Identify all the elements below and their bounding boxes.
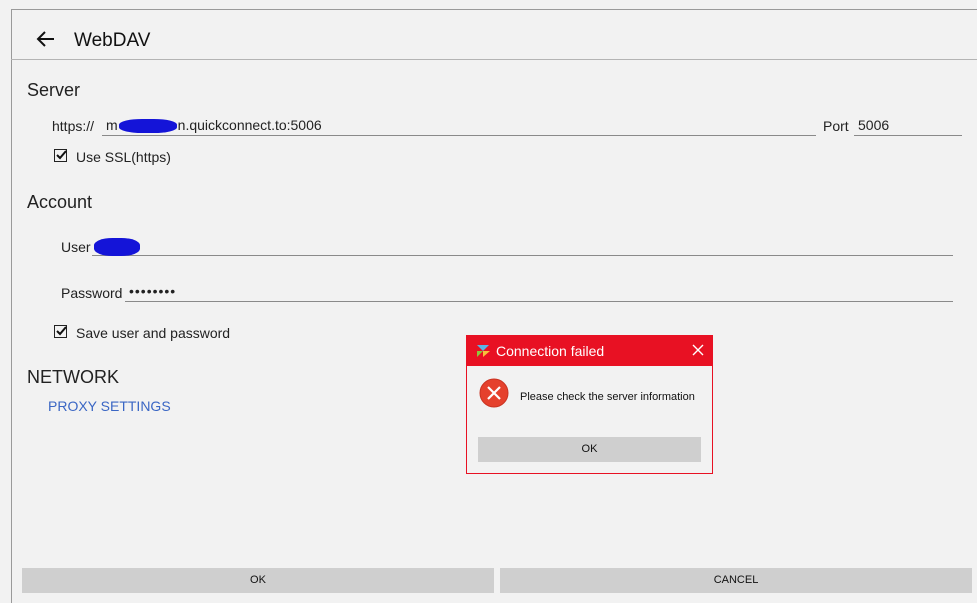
account-heading: Account (27, 192, 93, 212)
user-label: User (61, 239, 91, 255)
user-input[interactable] (92, 236, 953, 256)
port-label: Port (823, 118, 849, 134)
ssl-checkbox[interactable] (54, 149, 67, 162)
app-logo-icon (477, 345, 490, 357)
close-icon[interactable] (691, 343, 705, 357)
save-credentials-label: Save user and password (76, 325, 231, 341)
cancel-button[interactable]: CANCEL (500, 568, 972, 593)
server-url-prefix: m (106, 117, 118, 133)
check-icon (56, 150, 67, 160)
window-frame (11, 9, 977, 603)
redacted-scribble (118, 119, 177, 134)
back-arrow-icon[interactable] (35, 28, 57, 50)
dialog-title: Connection failed (496, 343, 605, 359)
proxy-settings-link[interactable]: PROXY SETTINGS (48, 398, 171, 414)
port-input[interactable]: 5006 (854, 116, 962, 136)
server-heading: Server (27, 80, 81, 100)
server-url-value: n.quickconnect.to:5006 (177, 117, 322, 133)
dialog-ok-button[interactable]: OK (478, 437, 701, 462)
password-input[interactable]: •••••••• (125, 282, 953, 302)
protocol-label: https:// (52, 118, 95, 134)
check-icon (56, 326, 67, 336)
connection-failed-dialog: Connection failed Please check the serve… (466, 335, 713, 474)
save-credentials-checkbox[interactable] (54, 325, 67, 338)
error-x-icon (479, 378, 509, 408)
dialog-message: Please check the server information (520, 391, 695, 403)
dialog-title-bar: Connection failed (467, 336, 712, 366)
ok-button[interactable]: OK (22, 568, 494, 593)
header-bar (11, 10, 977, 60)
page-title: WebDAV (74, 30, 151, 51)
redacted-scribble (94, 238, 140, 256)
server-url-input[interactable]: m n.quickconnect.to:5006 (102, 116, 816, 136)
ssl-label: Use SSL(https) (76, 149, 171, 165)
network-heading: NETWORK (27, 367, 119, 387)
password-label: Password (61, 285, 123, 301)
